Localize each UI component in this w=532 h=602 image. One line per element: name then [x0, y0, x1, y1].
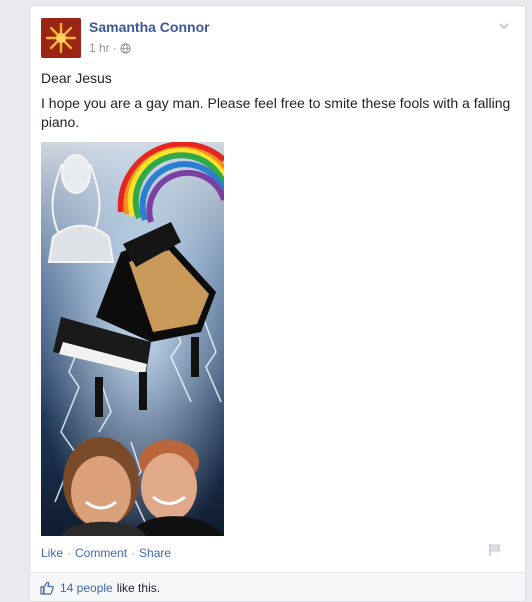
post-meta: 1 hr · — [89, 41, 131, 55]
post-text-line-2: I hope you are a gay man. Please feel fr… — [41, 95, 511, 130]
meta-separator: · — [112, 41, 117, 55]
likes-bar: 14 people like this. — [30, 572, 525, 601]
likes-suffix: like this. — [116, 581, 161, 595]
likes-count-link[interactable]: 14 people — [60, 581, 113, 595]
post-actions: Like · Comment · Share — [41, 546, 171, 560]
flag-icon[interactable] — [488, 543, 502, 557]
avatar[interactable] — [41, 18, 81, 58]
globe-icon[interactable] — [120, 42, 131, 54]
like-link[interactable]: Like — [41, 546, 63, 560]
thumbs-up-icon — [40, 581, 54, 595]
action-separator: · — [131, 546, 136, 560]
post-photo[interactable] — [41, 142, 224, 536]
chevron-down-icon[interactable] — [498, 20, 510, 32]
author-name[interactable]: Samantha Connor — [89, 19, 210, 35]
action-separator: · — [67, 546, 72, 560]
timestamp[interactable]: 1 hr — [89, 41, 110, 55]
comment-link[interactable]: Comment — [75, 546, 127, 560]
share-link[interactable]: Share — [139, 546, 171, 560]
post-card: Samantha Connor 1 hr · Dear Jesus I hope… — [29, 5, 526, 602]
post-text-line-1: Dear Jesus — [41, 70, 112, 86]
